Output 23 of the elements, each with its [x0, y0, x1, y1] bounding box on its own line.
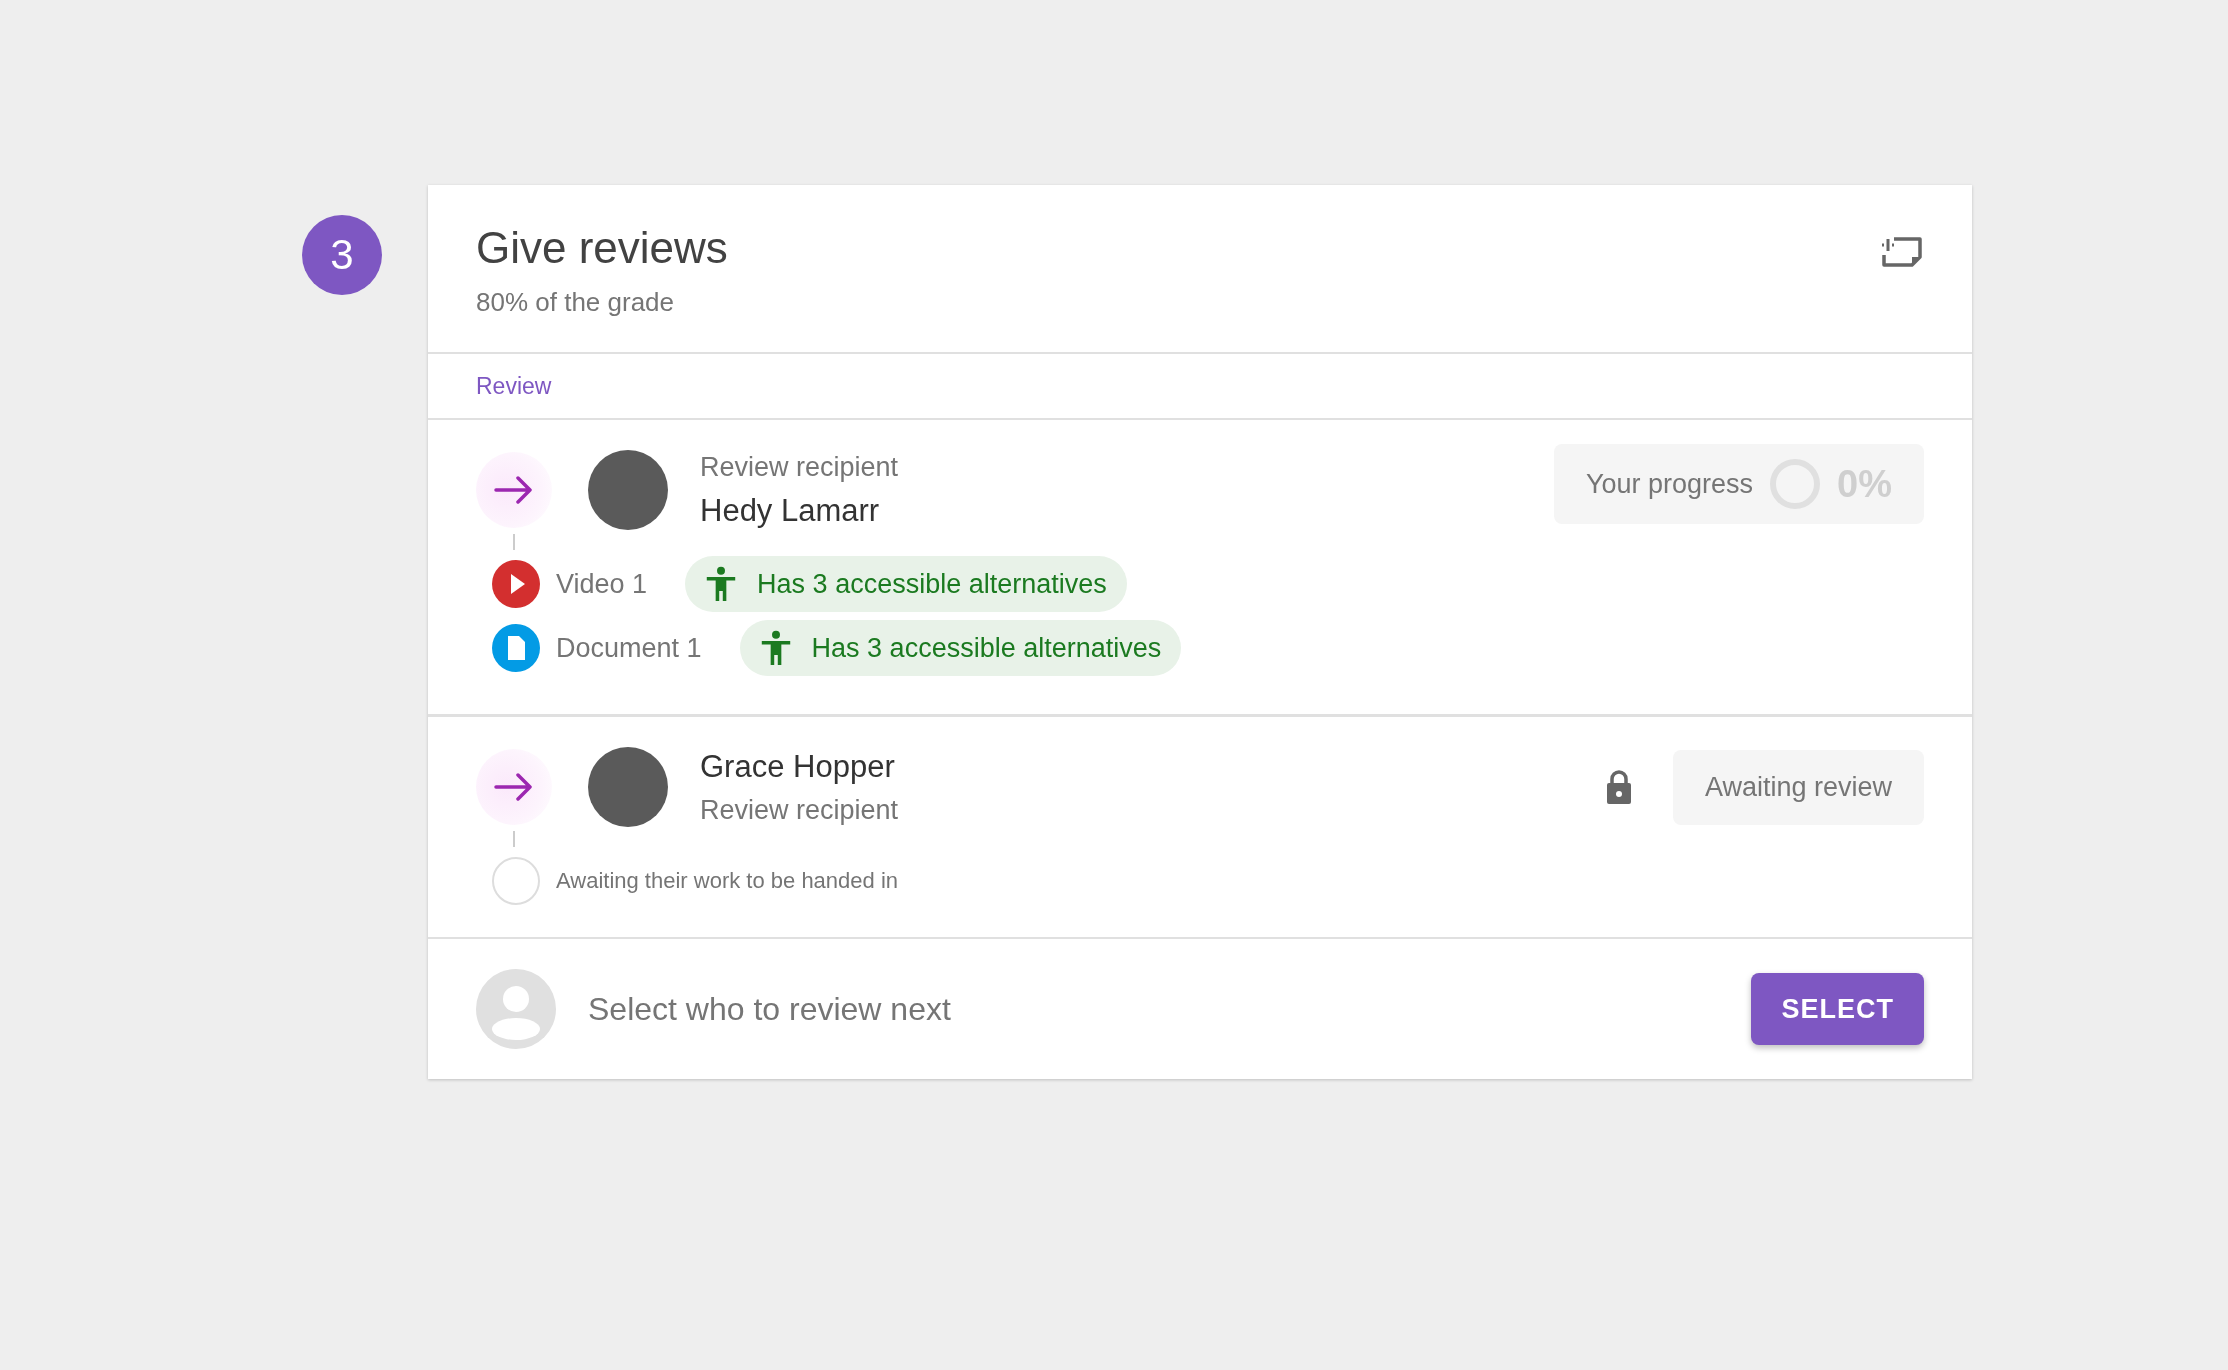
person-avatar-icon [476, 969, 556, 1049]
recipient-role: Review recipient [700, 451, 899, 483]
recipient-role: Review recipient [700, 794, 899, 826]
document-icon [492, 624, 540, 672]
accessibility-icon [759, 630, 792, 666]
recipient-name: Hedy Lamarr [700, 492, 881, 529]
review-tab[interactable]: Review [476, 372, 552, 400]
grade-weight: 80% of the grade [476, 287, 676, 318]
select-prompt: Select who to review next [588, 990, 951, 1028]
select-button[interactable]: SELECT [1751, 973, 1924, 1045]
empty-circle-icon [492, 857, 540, 905]
progress-label: Your progress [1585, 468, 1754, 500]
accessibility-chip: Has 3 accessible alternatives [739, 620, 1182, 676]
attachment-name[interactable]: Document 1 [556, 632, 702, 664]
play-icon [492, 560, 540, 608]
status-pill: Awaiting review [1672, 749, 1924, 825]
status-note: Awaiting their work to be handed in [556, 868, 899, 894]
step-number-badge: 3 [302, 215, 382, 295]
accessibility-icon [705, 566, 738, 602]
accessibility-chip: Has 3 accessible alternatives [685, 556, 1127, 612]
section-title: Give reviews [476, 223, 729, 273]
recipient-name: Grace Hopper [700, 748, 896, 785]
attachment-name[interactable]: Video 1 [556, 568, 648, 600]
